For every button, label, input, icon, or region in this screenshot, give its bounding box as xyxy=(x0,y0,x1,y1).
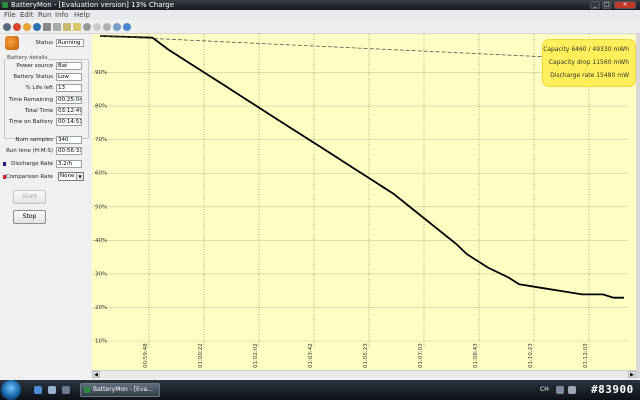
time-remaining-label: Time Remaining xyxy=(8,97,53,103)
taskbar: BatteryMon - [Eva... CH xyxy=(0,380,640,400)
x-tick-label: 01:08:43 xyxy=(473,343,479,368)
x-tick-label: 01:00:22 xyxy=(198,343,204,368)
discharge-rate-text: Discharge rate 15480 mW xyxy=(550,72,629,79)
maximize-button[interactable]: □ xyxy=(602,1,612,9)
stop-button[interactable]: Stop xyxy=(13,210,46,224)
chevron-down-icon[interactable]: ▼ xyxy=(76,173,83,180)
y-tick-label: 30% xyxy=(95,271,107,277)
capacity-drop-text: Capacity drop 11560 mWh xyxy=(548,59,629,66)
toolbar xyxy=(0,20,640,34)
x-tick-label: 01:10:23 xyxy=(528,343,534,368)
num-samples-value: 340 xyxy=(56,136,82,144)
time-on-battery-value: 00:14:51 xyxy=(56,118,82,126)
toolbar-print-icon[interactable] xyxy=(43,23,51,31)
scroll-right-icon[interactable]: ▶ xyxy=(628,371,636,378)
battery-status-value: Low xyxy=(56,73,82,81)
close-button[interactable]: × xyxy=(614,1,636,9)
minimize-button[interactable]: _ xyxy=(590,1,600,9)
vertical-scrollbar[interactable] xyxy=(636,34,640,378)
toolbar-open-icon[interactable] xyxy=(73,23,81,31)
menu-run[interactable]: Run xyxy=(38,10,51,20)
menu-edit[interactable]: Edit xyxy=(20,10,34,20)
total-time-label: Total Time xyxy=(24,108,53,114)
total-time-value: 03:12:49 xyxy=(56,107,82,115)
tray-network-icon[interactable] xyxy=(556,386,564,394)
quicklaunch-ie-icon[interactable] xyxy=(34,386,42,394)
life-left-value: 13 xyxy=(56,84,82,92)
comparison-rate-value: None xyxy=(60,173,75,179)
y-tick-label: 50% xyxy=(95,204,107,210)
menu-info[interactable]: Info xyxy=(55,10,68,20)
details-panel: Status Running Battery details Power sou… xyxy=(0,34,92,374)
y-tick-label: 90% xyxy=(95,70,107,76)
horizontal-scrollbar[interactable]: ◀ ▶ xyxy=(92,370,636,378)
battery-status-label: Battery Status xyxy=(13,74,53,80)
time-remaining-value: 00:25:04 xyxy=(56,96,82,104)
time-on-battery-label: Time on Battery xyxy=(8,119,53,125)
y-tick-label: 80% xyxy=(95,104,107,110)
quicklaunch-switch-icon[interactable] xyxy=(62,386,70,394)
app-icon xyxy=(2,2,8,8)
comparison-rate-label: Comparison Rate xyxy=(5,174,53,180)
quicklaunch-desktop-icon[interactable] xyxy=(48,386,56,394)
num-samples-label: Num samples xyxy=(15,137,53,143)
discharge-rate-label: Discharge Rate xyxy=(11,161,53,167)
window-title: BatteryMon - [Evaluation version] 13% Ch… xyxy=(11,1,175,9)
y-tick-label: 60% xyxy=(95,171,107,177)
life-left-label: % Life left xyxy=(25,85,53,91)
y-tick-label: 20% xyxy=(95,305,107,311)
toolbar-settings-icon[interactable] xyxy=(3,23,11,31)
y-tick-label: 70% xyxy=(95,137,107,143)
toolbar-clear-icon[interactable] xyxy=(53,23,61,31)
x-tick-label: 01:02:02 xyxy=(253,343,259,368)
toolbar-cloud-icon[interactable] xyxy=(93,23,101,31)
run-time-label: Run time (H:M:S) xyxy=(6,148,53,154)
comparison-rate-select[interactable]: None ▼ xyxy=(58,172,84,181)
toolbar-tools-icon[interactable] xyxy=(113,23,121,31)
status-label: Status xyxy=(35,40,53,46)
x-tick-label: 01:03:42 xyxy=(308,343,314,368)
tray-volume-icon[interactable] xyxy=(568,386,576,394)
battery-details-title: Battery details xyxy=(6,55,49,61)
discharge-color-swatch xyxy=(3,162,6,166)
toolbar-view-icon[interactable] xyxy=(103,23,111,31)
title-bar: BatteryMon - [Evaluation version] 13% Ch… xyxy=(0,0,640,10)
capacity-text: Capacity 6460 / 49330 mWh xyxy=(543,46,629,53)
x-tick-label: 01:12:03 xyxy=(583,343,589,368)
y-tick-label: 10% xyxy=(95,339,107,345)
status-value: Running xyxy=(56,39,84,47)
taskbar-batterymon-button[interactable]: BatteryMon - [Eva... xyxy=(80,383,160,397)
toolbar-notes-icon[interactable] xyxy=(63,23,71,31)
menu-help[interactable]: Help xyxy=(74,10,90,20)
watermark: #83900 xyxy=(591,383,634,396)
start-button[interactable]: Start xyxy=(13,190,46,204)
power-source-value: Bat xyxy=(56,62,82,70)
menu-bar: File Edit Run Info Help xyxy=(0,10,640,20)
x-tick-label: 01:05:23 xyxy=(363,343,369,368)
capacity-info-box: Capacity 6460 / 49330 mWh Capacity drop … xyxy=(543,40,635,86)
scroll-left-icon[interactable]: ◀ xyxy=(92,371,100,378)
y-tick-label: 40% xyxy=(95,238,107,244)
toolbar-stop-icon[interactable] xyxy=(13,23,21,31)
toolbar-save-icon[interactable] xyxy=(33,23,41,31)
x-tick-label: 00:59:48 xyxy=(143,343,149,368)
taskbar-app-icon xyxy=(84,387,90,393)
windows-orb-icon[interactable] xyxy=(1,380,21,400)
taskbar-batterymon-label: BatteryMon - [Eva... xyxy=(93,386,153,393)
toolbar-help-icon[interactable] xyxy=(123,23,131,31)
discharge-rate-value: 3.2/h xyxy=(56,160,82,168)
tray-language[interactable]: CH xyxy=(540,384,549,396)
battery-logo-icon xyxy=(5,36,19,50)
power-source-label: Power source xyxy=(16,63,53,69)
x-tick-label: 01:07:03 xyxy=(418,343,424,368)
toolbar-battery-icon[interactable] xyxy=(23,23,31,31)
toolbar-chart-icon[interactable] xyxy=(83,23,91,31)
menu-file[interactable]: File xyxy=(4,10,16,20)
run-time-value: 00:56:33 xyxy=(56,147,82,155)
